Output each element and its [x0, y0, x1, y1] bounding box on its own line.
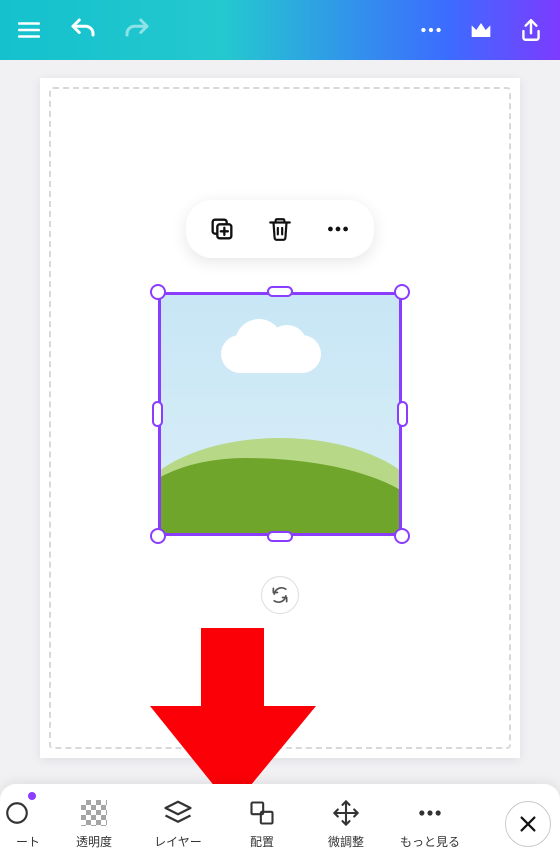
- rotate-button[interactable]: [261, 576, 299, 614]
- trash-icon: [267, 216, 293, 242]
- redo-button[interactable]: [122, 15, 152, 45]
- crown-icon: [467, 16, 495, 44]
- top-toolbar: [0, 0, 560, 60]
- top-more-button[interactable]: [416, 15, 446, 45]
- resize-handle-bl[interactable]: [150, 528, 166, 544]
- close-icon: [517, 813, 539, 835]
- undo-button[interactable]: [68, 15, 98, 45]
- resize-handle-br[interactable]: [394, 528, 410, 544]
- animate-icon: [4, 799, 30, 827]
- more-icon: [418, 17, 444, 43]
- top-right-group: [416, 15, 546, 45]
- context-more-button[interactable]: [324, 215, 352, 243]
- tool-label: もっと見る: [400, 833, 460, 850]
- tool-label: レイヤー: [154, 833, 202, 850]
- selection-border: [158, 292, 402, 536]
- tool-layer[interactable]: レイヤー: [136, 784, 220, 864]
- close-toolbar-button[interactable]: [496, 784, 560, 864]
- resize-handle-tr[interactable]: [394, 284, 410, 300]
- share-button[interactable]: [516, 15, 546, 45]
- resize-handle-right[interactable]: [397, 401, 408, 427]
- transparency-icon: [81, 800, 107, 826]
- tool-label: 配置: [250, 833, 274, 850]
- undo-icon: [68, 15, 98, 45]
- indicator-dot: [28, 792, 36, 800]
- resize-handle-top[interactable]: [267, 286, 293, 297]
- tool-transparency[interactable]: 透明度: [52, 784, 136, 864]
- layers-icon: [163, 798, 193, 828]
- bottom-toolbar: ート 透明度 レイヤー 配置 微: [0, 784, 560, 864]
- redo-icon: [122, 15, 152, 45]
- rotate-icon: [270, 585, 290, 605]
- app-root: ート 透明度 レイヤー 配置 微: [0, 0, 560, 864]
- share-icon: [518, 17, 544, 43]
- top-left-group: [14, 15, 152, 45]
- tool-more[interactable]: もっと見る: [388, 784, 472, 864]
- tool-nudge[interactable]: 微調整: [304, 784, 388, 864]
- resize-handle-bottom[interactable]: [267, 531, 293, 542]
- more-icon: [325, 216, 351, 242]
- duplicate-button[interactable]: [208, 215, 236, 243]
- selection-context-toolbar: [186, 200, 374, 258]
- move-icon: [332, 799, 360, 827]
- resize-handle-tl[interactable]: [150, 284, 166, 300]
- more-icon: [416, 799, 444, 827]
- position-icon: [248, 799, 276, 827]
- tool-animate-partial[interactable]: ート: [0, 784, 52, 864]
- resize-handle-left[interactable]: [152, 401, 163, 427]
- duplicate-icon: [208, 215, 236, 243]
- pro-button[interactable]: [466, 15, 496, 45]
- close-circle: [505, 801, 551, 847]
- tool-label: 微調整: [328, 833, 364, 850]
- bottom-tool-row[interactable]: ート 透明度 レイヤー 配置 微: [0, 784, 496, 864]
- tool-label: ート: [16, 833, 40, 850]
- tool-label: 透明度: [76, 833, 112, 850]
- selected-element[interactable]: [158, 292, 402, 536]
- delete-button[interactable]: [266, 215, 294, 243]
- menu-icon: [16, 17, 42, 43]
- tool-position[interactable]: 配置: [220, 784, 304, 864]
- menu-button[interactable]: [14, 15, 44, 45]
